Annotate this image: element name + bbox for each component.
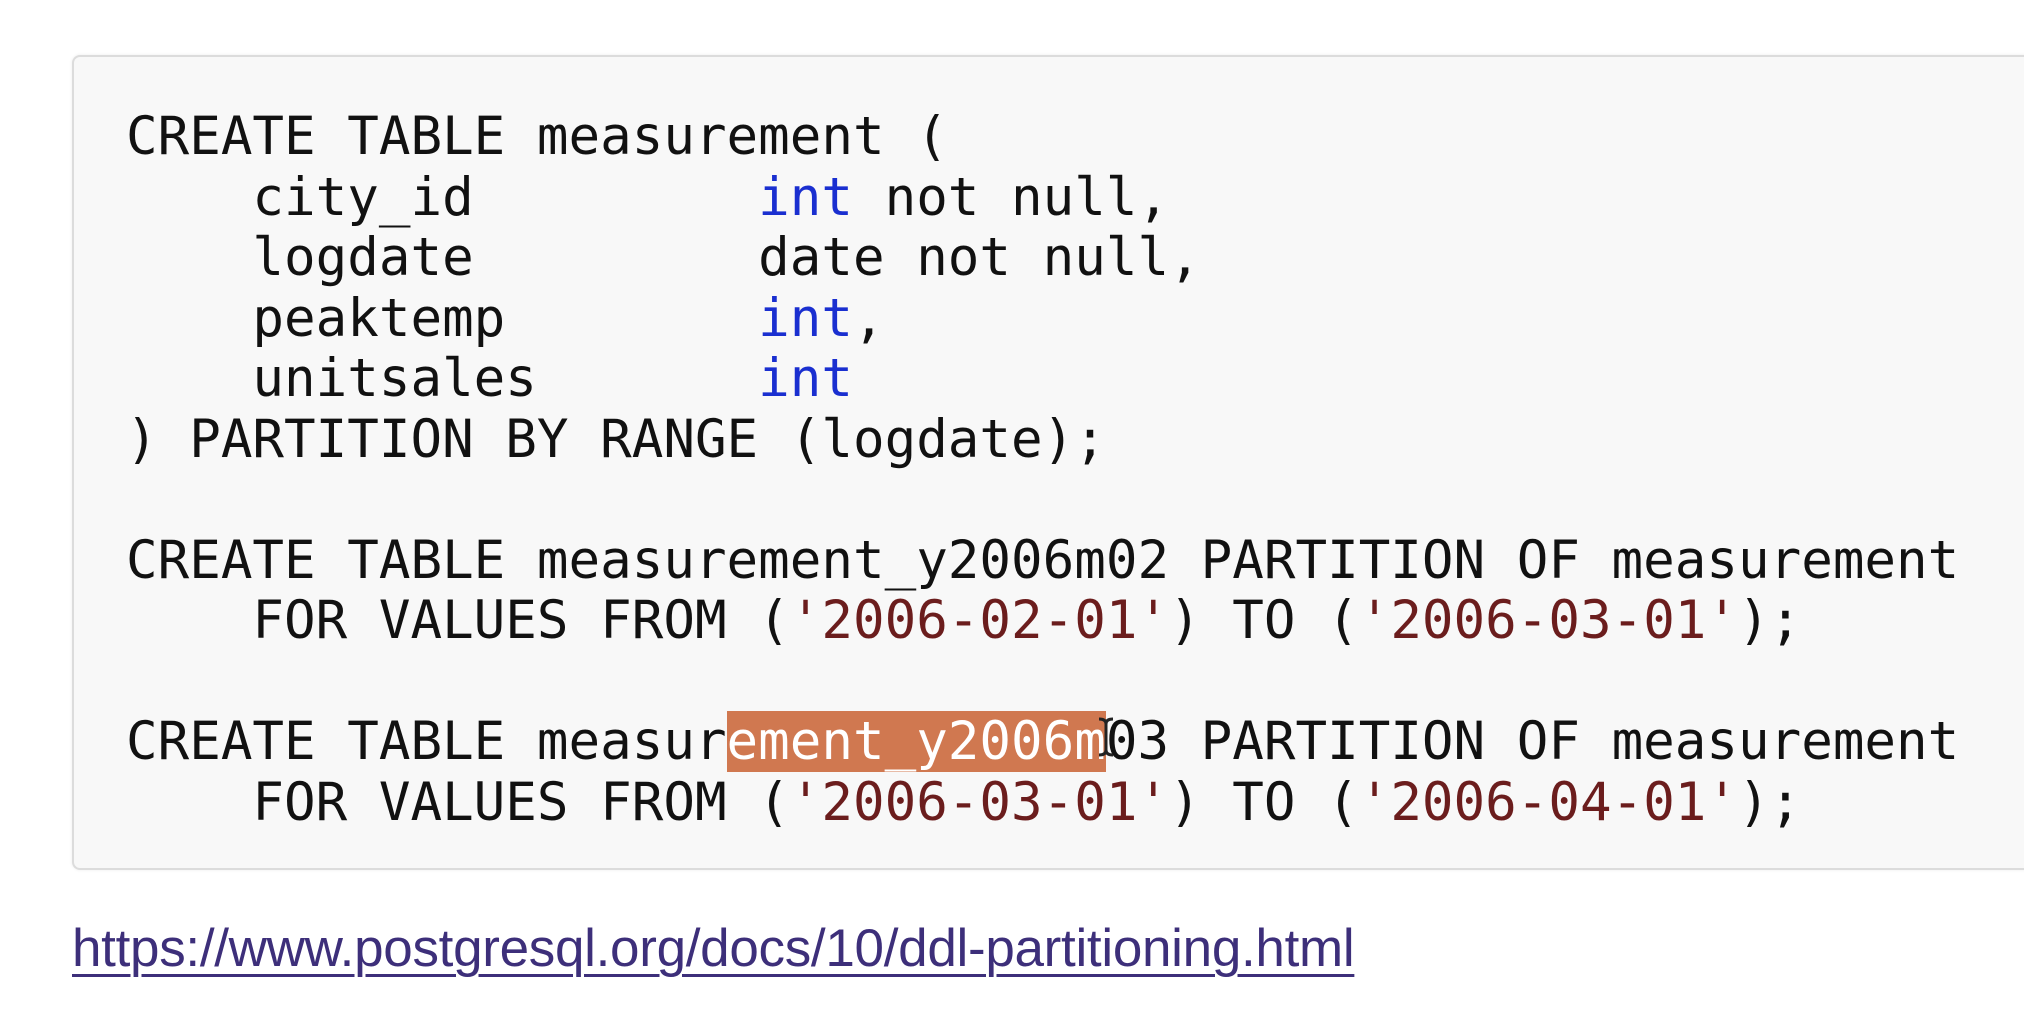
code-text: CREATE TABLE measur — [126, 711, 727, 772]
string-literal: '2006-03-01' — [1358, 590, 1739, 651]
page: CREATE TABLE measurement ( city_id int n… — [0, 0, 2024, 1036]
code-line: peaktemp int, — [126, 287, 1959, 350]
code-line: CREATE TABLE measurement ( — [126, 106, 1959, 168]
code-text: city_id — [126, 166, 759, 228]
type-keyword: int — [758, 287, 853, 349]
code-line: CREATE TABLE measurement_y2006m 03 PARTIT… — [126, 711, 1960, 773]
code-text: ) TO ( — [1169, 771, 1359, 833]
string-literal: '2006-04-01' — [1358, 771, 1739, 833]
code-text: , — [852, 287, 885, 349]
code-text: peaktemp — [126, 287, 759, 349]
code-text: CREATE TABLE measurement_y2006m02 PARTIT… — [126, 529, 1960, 591]
type-keyword: int — [758, 166, 853, 228]
code-line: FOR VALUES FROM ('2006-03-01') TO ('2006… — [126, 771, 1959, 834]
code-text: ); — [1738, 771, 1802, 833]
string-literal: '2006-02-01' — [789, 590, 1170, 651]
code-text: ); — [1738, 590, 1802, 651]
code-text: FOR VALUES FROM ( — [126, 590, 790, 651]
code-text: logdate date not null, — [126, 227, 1201, 288]
code-block[interactable]: CREATE TABLE measurement ( city_id int n… — [126, 106, 1960, 834]
code-line: CREATE TABLE measurement_y2006m02 PARTIT… — [126, 529, 1960, 592]
selected-text[interactable]: ement_y2006m — [726, 711, 1106, 772]
code-line: FOR VALUES FROM ('2006-02-01') TO ('2006… — [126, 590, 1959, 652]
code-text: not null, — [852, 166, 1170, 228]
code-text: ) TO ( — [1169, 590, 1359, 651]
code-text: ) PARTITION BY RANGE (logdate); — [126, 408, 1106, 470]
code-text: CREATE TABLE measurement ( — [126, 106, 948, 167]
type-keyword: int — [758, 348, 853, 409]
code-line: unitsales int — [126, 348, 1959, 410]
code-line: city_id int not null, — [126, 166, 1959, 229]
code-text: FOR VALUES FROM ( — [126, 771, 790, 833]
code-text: 03 PARTITION OF measurement — [1105, 711, 1960, 772]
code-line: ) PARTITION BY RANGE (logdate); — [126, 408, 1959, 471]
documentation-link[interactable]: https://www.postgresql.org/docs/10/ddl-p… — [72, 918, 1355, 979]
code-line: logdate date not null, — [126, 227, 1959, 289]
code-text: unitsales — [126, 348, 759, 409]
string-literal: '2006-03-01' — [789, 771, 1170, 833]
